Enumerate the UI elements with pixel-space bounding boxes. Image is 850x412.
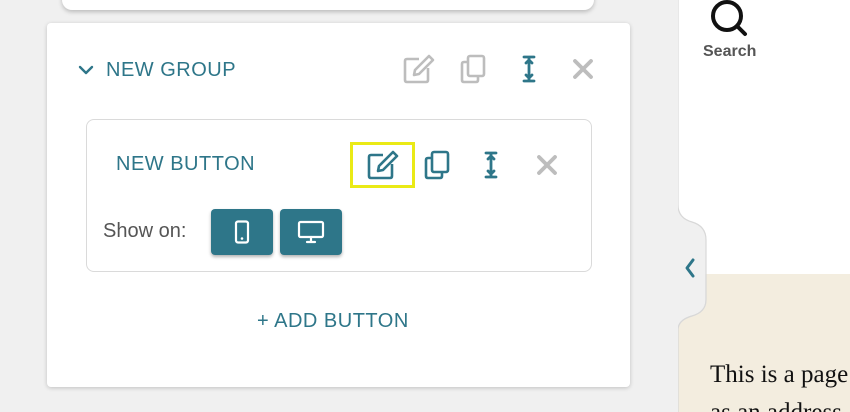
button-close-button[interactable] (529, 147, 565, 183)
page-preview-text: This is a page as an address (710, 356, 848, 412)
copy-icon (424, 150, 450, 180)
group-copy-button[interactable] (455, 51, 491, 87)
previous-group-card (62, 0, 594, 10)
page-preview-line-2: as an address (710, 394, 848, 412)
close-icon (537, 155, 557, 175)
button-resize-button[interactable] (473, 147, 509, 183)
group-close-button[interactable] (565, 51, 601, 87)
preview-panel (678, 0, 850, 412)
chevron-down-icon[interactable] (77, 61, 95, 79)
close-icon (573, 59, 593, 79)
group-card: NEW GROUP NEW BUTTON Show on: + ADD BUTT… (47, 23, 630, 387)
button-copy-button[interactable] (419, 147, 455, 183)
desktop-toggle-button[interactable] (280, 209, 342, 255)
search-icon[interactable] (709, 0, 749, 38)
button-item-card: NEW BUTTON Show on: (86, 119, 592, 272)
page-preview-line-1: This is a page (710, 361, 849, 388)
search-label[interactable]: Search (703, 43, 756, 61)
copy-icon (460, 54, 486, 84)
add-button-link[interactable]: + ADD BUTTON (257, 310, 409, 333)
group-resize-button[interactable] (511, 51, 547, 87)
edit-icon (367, 150, 399, 180)
mobile-toggle-button[interactable] (211, 209, 273, 255)
show-on-label: Show on: (103, 220, 187, 242)
collapse-panel-chevron-icon[interactable] (685, 258, 695, 278)
edit-icon (403, 54, 435, 84)
group-title: NEW GROUP (106, 59, 237, 81)
button-edit-button[interactable] (365, 147, 401, 183)
button-title: NEW BUTTON (116, 153, 256, 175)
desktop-icon (297, 220, 325, 244)
mobile-icon (234, 220, 250, 244)
group-edit-button[interactable] (401, 51, 437, 87)
resize-icon (522, 55, 536, 83)
resize-icon (484, 151, 498, 179)
